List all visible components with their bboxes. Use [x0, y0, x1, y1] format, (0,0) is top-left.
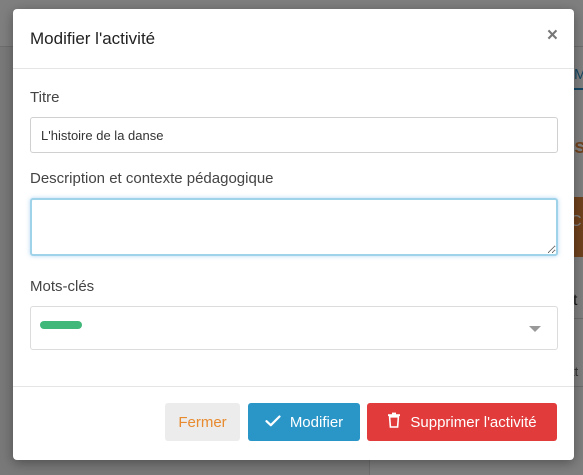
chevron-down-icon[interactable] [529, 326, 541, 332]
close-icon[interactable]: × [547, 26, 558, 45]
modify-button[interactable]: Modifier [248, 403, 360, 441]
keywords-select[interactable] [30, 306, 558, 350]
trash-icon [387, 412, 401, 432]
edit-activity-modal: Modifier l'activité × Titre Description … [13, 9, 574, 460]
modal-footer: Fermer Modifier Supprimer l'activité [13, 387, 574, 459]
keywords-label: Mots-clés [30, 278, 95, 295]
description-label: Description et contexte pédagogique [30, 170, 274, 187]
title-label: Titre [30, 89, 60, 106]
description-textarea[interactable] [30, 198, 558, 256]
modal-title: Modifier l'activité [30, 29, 156, 48]
modal-header: Modifier l'activité × [13, 9, 574, 69]
title-field-group: Titre [30, 89, 558, 153]
modal-body: Titre Description et contexte pédagogiqu… [13, 69, 574, 387]
delete-activity-button[interactable]: Supprimer l'activité [367, 403, 557, 441]
title-input[interactable] [30, 117, 558, 153]
check-icon [265, 414, 281, 431]
keyword-tag[interactable] [40, 321, 82, 329]
keywords-field-group: Mots-clés [30, 278, 558, 350]
delete-activity-button-label: Supprimer l'activité [410, 413, 537, 431]
modify-button-label: Modifier [289, 413, 344, 431]
close-button[interactable]: Fermer [165, 403, 240, 441]
description-field-group: Description et contexte pédagogique [30, 170, 558, 261]
